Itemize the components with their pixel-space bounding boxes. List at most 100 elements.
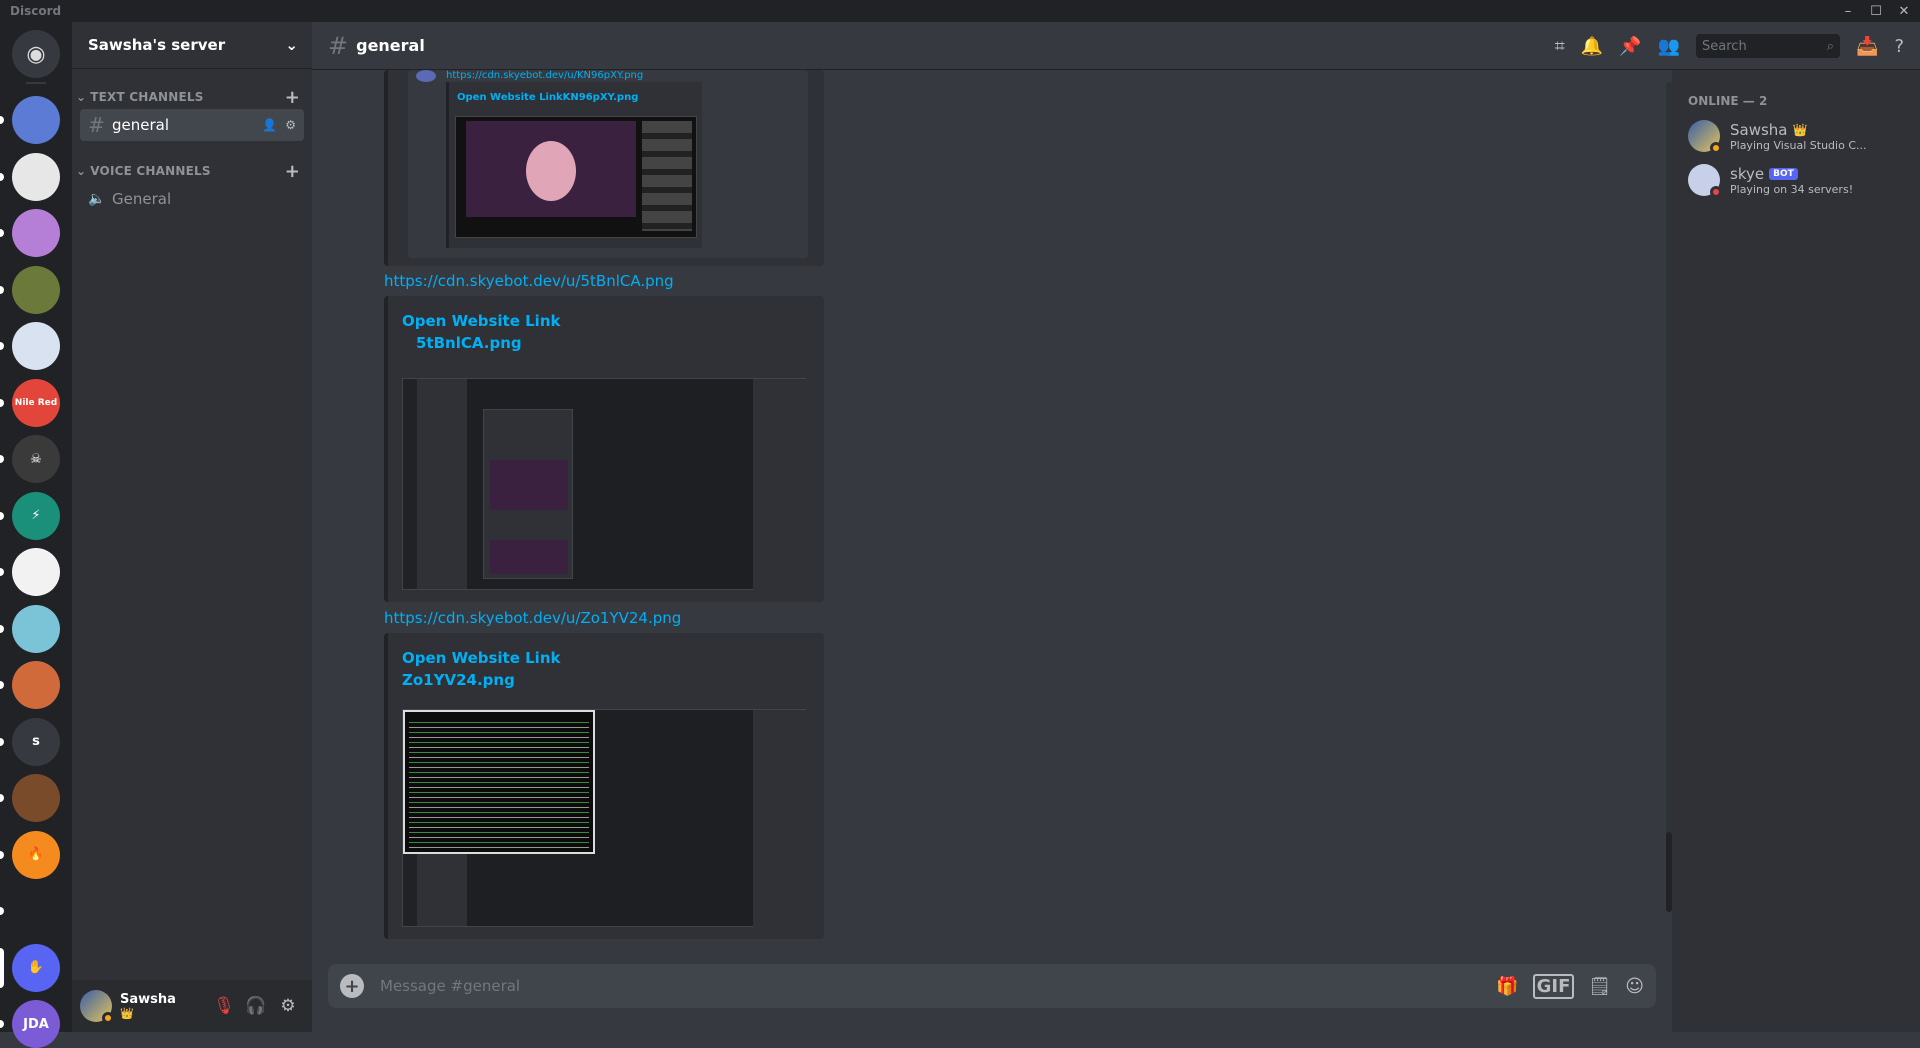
emoji-icon[interactable]: ☺ xyxy=(1625,976,1644,997)
user-panel: Sawsha 👑 🎙 🎧 ⚙ xyxy=(72,980,312,1032)
bot-badge: BOT xyxy=(1769,167,1798,180)
member-sawsha[interactable]: Sawsha 👑 Playing Visual Studio C... xyxy=(1688,114,1912,158)
mute-microphone-icon[interactable]: 🎙 xyxy=(208,990,240,1022)
server-header[interactable]: Sawsha's server ⌄ xyxy=(72,22,312,69)
category-voice-channels[interactable]: ⌄ VOICE CHANNELS + xyxy=(72,159,312,183)
mini-messages xyxy=(483,409,573,579)
embed-3: Open Website Link Zo1YV24.png xyxy=(384,633,824,939)
unread-indicator xyxy=(0,737,4,746)
maximize-button[interactable]: ☐ xyxy=(1862,0,1890,22)
minimize-button[interactable]: – xyxy=(1834,0,1862,22)
voice-channel-general[interactable]: 🔈 General xyxy=(80,183,304,215)
guild-icon-12[interactable]: s xyxy=(12,717,60,766)
unread-indicator xyxy=(0,624,4,633)
embed-title-line: 5tBnlCA.png xyxy=(416,334,522,352)
search-input[interactable]: Search ⌕ xyxy=(1696,34,1841,58)
member-name: Sawsha xyxy=(1730,120,1788,139)
online-heading: ONLINE — 2 xyxy=(1688,94,1768,108)
unread-indicator xyxy=(0,116,4,124)
message-link-3[interactable]: https://cdn.skyebot.dev/u/Zo1YV24.png xyxy=(384,609,681,627)
gift-icon[interactable]: 🎁 xyxy=(1496,976,1518,997)
guild-icon-5[interactable] xyxy=(12,322,60,370)
video-thumbnail xyxy=(466,121,636,217)
guild-icon-3[interactable] xyxy=(12,209,60,257)
chat-area: # general ⌗ 🔔 📌 👥 Search ⌕ 📥 ? https://c… xyxy=(312,22,1920,1032)
unread-indicator xyxy=(0,511,4,520)
add-channel-icon[interactable]: + xyxy=(285,87,300,108)
search-placeholder: Search xyxy=(1702,38,1747,54)
bell-icon[interactable]: 🔔 xyxy=(1581,36,1603,57)
unread-indicator xyxy=(0,568,4,576)
embed-2: Open Website Link 5tBnlCA.png xyxy=(384,296,824,602)
discord-logo-icon[interactable]: ◉ xyxy=(12,30,60,78)
guild-icon-11[interactable] xyxy=(12,661,60,709)
gif-button[interactable]: GIF xyxy=(1532,973,1575,999)
unread-indicator xyxy=(0,229,4,237)
channel-sidebar: Sawsha's server ⌄ ⌄ TEXT CHANNELS + # gene… xyxy=(72,22,312,1032)
threads-icon[interactable]: ⌗ xyxy=(1555,36,1565,57)
chevron-down-icon: ⌄ xyxy=(285,36,298,54)
embed-title-line: Zo1YV24.png xyxy=(402,671,515,689)
headphones-icon[interactable]: 🎧 xyxy=(240,990,272,1022)
unread-indicator xyxy=(0,681,4,689)
message-link-2[interactable]: https://cdn.skyebot.dev/u/5tBnlCA.png xyxy=(384,272,674,290)
add-attachment-icon[interactable]: + xyxy=(340,974,364,998)
unread-indicator xyxy=(0,342,4,350)
message-composer: + 🎁 GIF 🗒 ☺ xyxy=(328,964,1656,1008)
guild-icon-7[interactable]: ☠ xyxy=(12,435,60,483)
member-activity: Playing on 34 servers! xyxy=(1730,182,1854,196)
guild-icon-17[interactable]: JDA xyxy=(12,1000,60,1048)
inbox-icon[interactable]: 📥 xyxy=(1856,36,1878,57)
guild-icon-2[interactable] xyxy=(12,152,60,201)
guild-icon-6[interactable]: Nile Red xyxy=(12,378,60,427)
help-icon[interactable]: ? xyxy=(1894,36,1904,57)
gear-icon[interactable]: ⚙ xyxy=(272,990,304,1022)
speaker-icon: 🔈 xyxy=(88,191,106,207)
embed-1: https://cdn.skyebot.dev/u/KN96pXY.png Op… xyxy=(384,70,824,266)
embed-title[interactable]: Open Website Link 5tBnlCA.png xyxy=(402,310,560,354)
custom-status: 👑 xyxy=(120,1007,134,1020)
members-icon[interactable]: 👥 xyxy=(1658,36,1680,57)
embed-image[interactable] xyxy=(402,378,807,591)
guild-icon-14[interactable]: 🔥 xyxy=(12,830,60,879)
guild-icon-15[interactable] xyxy=(12,887,60,935)
guild-icon-1[interactable] xyxy=(12,96,60,144)
gear-icon[interactable]: ⚙ xyxy=(285,118,296,132)
mini-member-list xyxy=(753,710,807,928)
avatar[interactable] xyxy=(80,990,114,1024)
message-input[interactable] xyxy=(380,977,1483,995)
guild-icon-4[interactable] xyxy=(12,265,60,314)
embed-image[interactable] xyxy=(402,709,807,928)
guild-icon-16[interactable]: ✋ xyxy=(12,943,60,992)
pin-icon[interactable]: 📌 xyxy=(1619,36,1641,57)
unread-indicator xyxy=(0,850,4,859)
invite-icon[interactable]: 👤 xyxy=(262,118,277,132)
channel-header: # general ⌗ 🔔 📌 👥 Search ⌕ 📥 ? xyxy=(312,22,1920,70)
close-button[interactable]: ✕ xyxy=(1890,0,1918,22)
nested-embed: https://cdn.skyebot.dev/u/KN96pXY.png Op… xyxy=(408,70,808,258)
guild-icon-8[interactable]: ⚡ xyxy=(12,491,60,540)
category-text-channels[interactable]: ⌄ TEXT CHANNELS + xyxy=(72,85,312,109)
member-skye[interactable]: skye BOT Playing on 34 servers! xyxy=(1688,158,1912,202)
message-list: https://cdn.skyebot.dev/u/KN96pXY.png Op… xyxy=(312,70,1672,960)
guild-icon-13[interactable] xyxy=(12,774,60,822)
guild-icon-9[interactable] xyxy=(12,548,60,596)
crown-icon: 👑 xyxy=(1792,122,1808,137)
add-channel-icon[interactable]: + xyxy=(285,161,300,182)
channel-general[interactable]: # general 👤 ⚙ xyxy=(80,109,304,141)
mini-server-list xyxy=(403,379,417,589)
embed-image[interactable] xyxy=(455,116,697,238)
status-indicator xyxy=(1710,186,1722,198)
video-sidebar xyxy=(642,121,692,231)
unread-indicator xyxy=(0,794,4,802)
sticker-icon[interactable]: 🗒 xyxy=(1588,976,1611,997)
unread-indicator xyxy=(0,455,4,463)
embed-title[interactable]: Open Website LinkKN96pXY.png xyxy=(457,92,638,103)
terminal-window xyxy=(403,710,595,854)
guild-icon-10[interactable] xyxy=(12,604,60,653)
embed-link[interactable]: https://cdn.skyebot.dev/u/KN96pXY.png xyxy=(446,70,643,81)
embed-title[interactable]: Open Website Link Zo1YV24.png xyxy=(402,647,560,691)
chevron-down-icon: ⌄ xyxy=(76,164,87,178)
unread-indicator xyxy=(0,1020,4,1028)
server-name: Sawsha's server xyxy=(88,36,226,54)
